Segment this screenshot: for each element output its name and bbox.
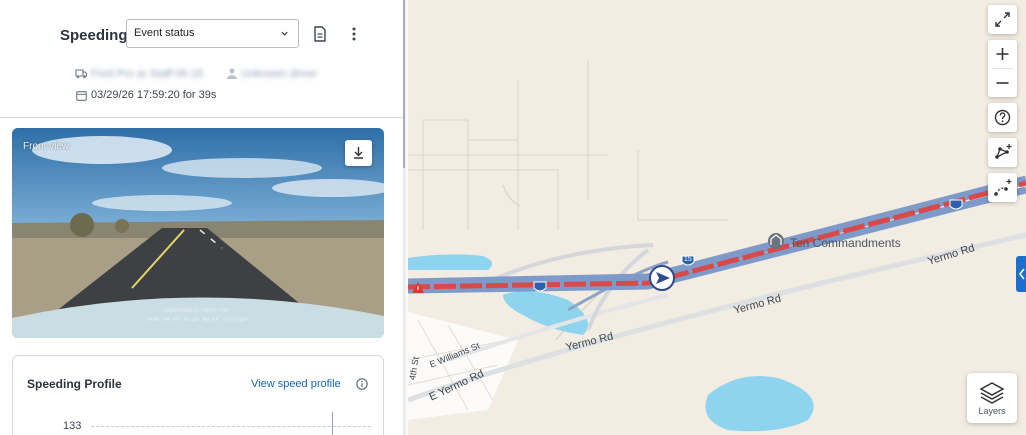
view-speed-profile-link[interactable]: View speed profile (251, 378, 341, 390)
speed-axis-tick: 133 (63, 420, 82, 432)
event-status-select-value: Event status (134, 27, 195, 39)
event-details-panel: Speeding Event status Ford Pro ar Staff … (0, 0, 405, 435)
plus-icon (996, 48, 1009, 60)
speeding-profile-card: Speeding Profile View speed profile 133 (12, 355, 384, 435)
event-timestamp: 03/29/26 17:59:20 for 39s (91, 89, 217, 101)
info-icon[interactable] (356, 378, 368, 390)
download-icon (354, 147, 363, 159)
layers-label: Layers (978, 406, 1006, 416)
truck-icon (75, 69, 87, 79)
event-header: Speeding Event status (0, 18, 405, 50)
vehicle-name-link[interactable]: Ford Pro ar Staff 06-15 (91, 68, 203, 80)
expand-icon (995, 12, 1010, 27)
poi-label: Ten Commandments (790, 236, 901, 250)
fullscreen-button[interactable] (988, 5, 1017, 34)
layers-icon (979, 382, 1005, 404)
chevron-left-icon (1018, 268, 1025, 280)
download-button[interactable] (345, 140, 372, 166)
map-view[interactable]: Ten Commandments Yermo Rd Yermo Rd Yermo… (408, 0, 1026, 435)
help-icon (994, 109, 1011, 126)
add-marker-button[interactable] (988, 138, 1017, 167)
minus-icon (996, 82, 1009, 84)
speed-limit-gridline (91, 426, 371, 427)
measure-area-icon (995, 144, 1012, 159)
divider (0, 117, 405, 118)
zoom-in-button[interactable] (988, 40, 1017, 68)
speed-profile-marker (332, 412, 333, 435)
chevron-down-icon (281, 31, 288, 36)
zoom-controls (988, 40, 1017, 97)
zoom-out-button[interactable] (988, 69, 1017, 97)
layers-button[interactable]: Layers (967, 373, 1017, 423)
driver-name[interactable]: Unknown driver (241, 68, 317, 80)
add-route-button[interactable] (988, 173, 1017, 202)
report-document-icon[interactable] (313, 26, 327, 42)
event-status-select[interactable]: Event status (126, 19, 299, 48)
expand-panel-tab[interactable] (1016, 256, 1026, 292)
interstate-shield-label: 15 (684, 256, 692, 263)
measure-distance-icon (994, 179, 1012, 196)
user-icon (227, 68, 237, 79)
more-options-icon[interactable] (348, 26, 360, 42)
help-button[interactable] (988, 103, 1017, 132)
dashcam-video[interactable]: Front view 03/29/2026 07:59:53 PM N34° 5… (12, 128, 384, 338)
calendar-icon (76, 91, 87, 101)
camera-view-label: Front view (23, 141, 70, 152)
map-canvas (408, 60, 1026, 432)
dashcam-date-overlay: 03/29/2026 07:59:53 PM (162, 308, 228, 314)
event-title: Speeding (60, 27, 128, 44)
dashcam-coords-overlay: N34° 54' 40" W116° 48' 14" 79.9 mph (148, 317, 248, 323)
speeding-profile-title: Speeding Profile (27, 377, 122, 391)
dashcam-frame (12, 128, 384, 338)
